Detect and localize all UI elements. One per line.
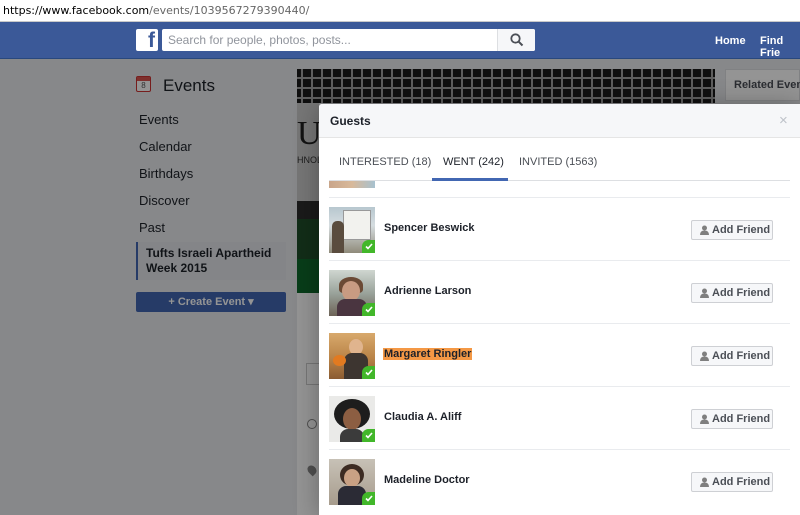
photo-detail: [344, 469, 360, 487]
guest-photo[interactable]: [329, 207, 375, 253]
went-check-icon: [362, 240, 375, 253]
add-friend-label: Add Friend: [712, 287, 771, 299]
photo-detail: [343, 408, 361, 430]
address-url[interactable]: https://www.facebook.com/events/10395672…: [3, 4, 309, 17]
add-friend-button[interactable]: Add Friend: [691, 220, 773, 240]
went-check-icon: [362, 366, 375, 379]
url-host: https://www.facebook.com: [3, 4, 150, 17]
add-friend-label: Add Friend: [712, 476, 771, 488]
guest-row: Spencer Beswick Add Friend: [329, 197, 790, 260]
url-path: /events/1039567279390440/: [149, 4, 310, 17]
tab-interested[interactable]: INTERESTED (18): [339, 156, 431, 168]
guests-dialog: Guests × INTERESTED (18) WENT (242) INVI…: [319, 104, 800, 515]
guest-tabs: INTERESTED (18) WENT (242) INVITED (1563…: [329, 138, 790, 181]
add-friend-icon: [700, 225, 709, 235]
guest-name[interactable]: Madeline Doctor: [384, 474, 470, 486]
add-friend-button[interactable]: Add Friend: [691, 346, 773, 366]
add-friend-icon: [700, 288, 709, 298]
add-friend-button[interactable]: Add Friend: [691, 283, 773, 303]
photo-detail: [343, 210, 371, 240]
guest-photo-partial[interactable]: [329, 181, 375, 188]
facebook-logo-letter: f: [148, 29, 155, 52]
went-check-icon: [362, 303, 375, 316]
guest-name[interactable]: Adrienne Larson: [384, 285, 471, 297]
dialog-header: Guests ×: [319, 104, 800, 138]
guest-photo[interactable]: [329, 396, 375, 442]
add-friend-label: Add Friend: [712, 413, 771, 425]
close-icon[interactable]: ×: [779, 113, 788, 128]
dialog-title: Guests: [330, 114, 371, 128]
guest-row: Madeline Doctor Add Friend: [329, 449, 790, 512]
add-friend-button[interactable]: Add Friend: [691, 472, 773, 492]
tab-invited[interactable]: INVITED (1563): [519, 156, 597, 168]
guest-row: Claudia A. Aliff Add Friend: [329, 386, 790, 449]
search-icon: [510, 33, 524, 47]
nav-find-friends-link[interactable]: Find Frie: [760, 35, 800, 59]
photo-detail: [340, 429, 364, 442]
add-friend-label: Add Friend: [712, 350, 771, 362]
add-friend-icon: [700, 477, 709, 487]
guest-row: Adrienne Larson Add Friend: [329, 260, 790, 323]
photo-detail: [332, 221, 344, 253]
guest-name-highlighted[interactable]: Margaret Ringler: [383, 348, 473, 360]
guest-photo[interactable]: [329, 459, 375, 505]
search-button[interactable]: [497, 29, 535, 51]
tab-went[interactable]: WENT (242): [443, 156, 504, 168]
guest-photo[interactable]: [329, 270, 375, 316]
address-bar[interactable]: https://www.facebook.com/events/10395672…: [0, 0, 800, 22]
guest-row: Margaret Ringler Add Friend: [329, 323, 790, 386]
photo-detail: [333, 355, 346, 366]
add-friend-icon: [700, 351, 709, 361]
nav-home-link[interactable]: Home: [715, 35, 746, 47]
guest-list[interactable]: Spencer Beswick Add Friend Adrienne Lars…: [319, 181, 800, 515]
guest-name[interactable]: Spencer Beswick: [384, 222, 475, 234]
guest-photo[interactable]: [329, 333, 375, 379]
photo-detail: [342, 281, 360, 301]
facebook-logo[interactable]: f: [136, 29, 158, 52]
search-input[interactable]: [162, 29, 497, 51]
add-friend-label: Add Friend: [712, 224, 771, 236]
went-check-icon: [362, 429, 375, 442]
add-friend-icon: [700, 414, 709, 424]
guest-name[interactable]: Claudia A. Aliff: [384, 411, 461, 423]
facebook-top-bar: f Home Find Frie: [0, 22, 800, 59]
search-box: [162, 29, 535, 51]
add-friend-button[interactable]: Add Friend: [691, 409, 773, 429]
went-check-icon: [362, 492, 375, 505]
